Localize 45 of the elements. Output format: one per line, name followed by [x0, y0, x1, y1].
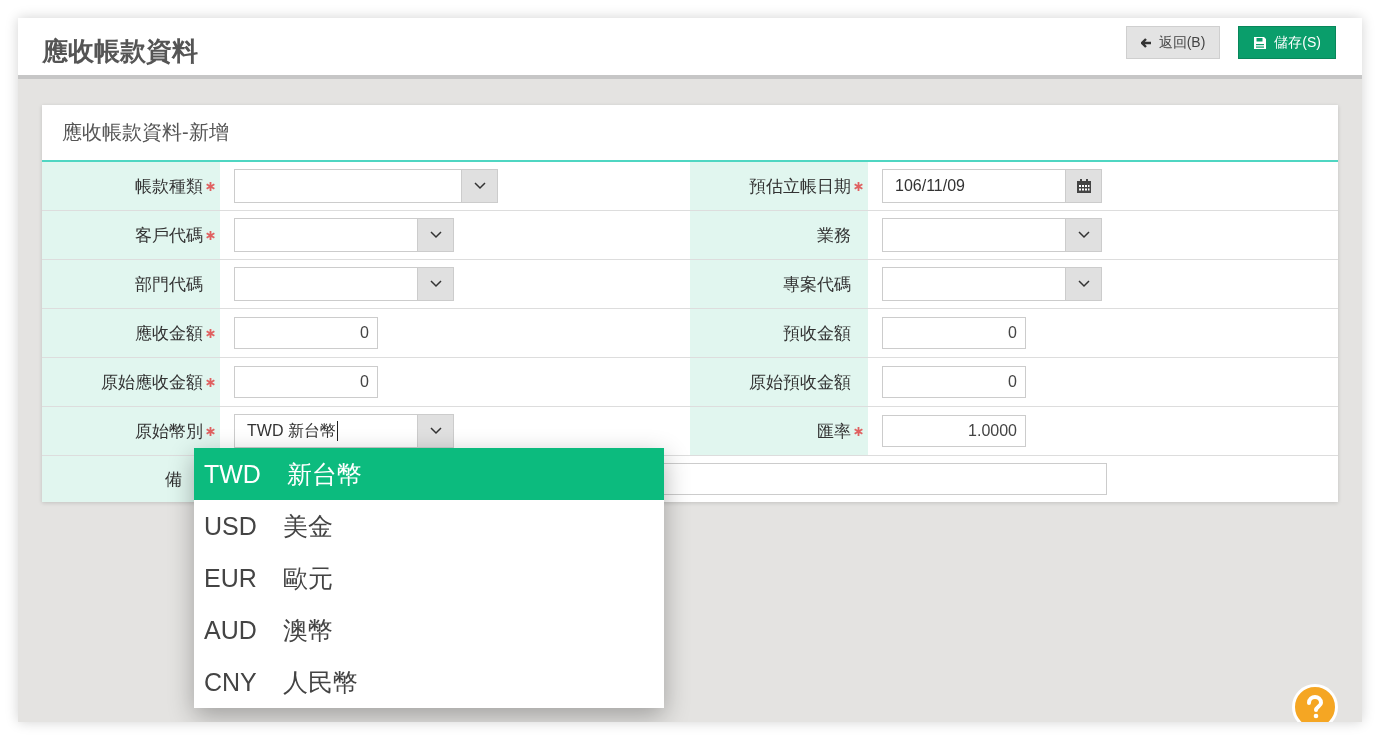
- field-label: 匯率: [817, 420, 851, 443]
- help-button[interactable]: [1292, 684, 1338, 722]
- dropdown-option[interactable]: CNY 人民幣: [194, 656, 664, 708]
- field-label: 原始幣別: [135, 420, 203, 443]
- select-field[interactable]: [882, 267, 1102, 301]
- field-label: 應收金額: [135, 322, 203, 345]
- field-label: 專案代碼: [783, 273, 851, 296]
- field-label: 業務: [817, 224, 851, 247]
- chevron-down-icon[interactable]: [461, 170, 497, 202]
- number-field[interactable]: 0: [882, 366, 1026, 398]
- dropdown-option[interactable]: AUD 澳幣: [194, 604, 664, 656]
- question-mark-icon: [1305, 695, 1325, 719]
- chevron-down-icon[interactable]: [417, 268, 453, 300]
- text-cursor: [336, 421, 338, 441]
- arrow-left-icon: [1140, 37, 1152, 48]
- chevron-down-icon[interactable]: [1065, 219, 1101, 251]
- select-value: TWD 新台幣: [247, 420, 336, 441]
- field-label: 備: [165, 468, 182, 491]
- chevron-down-icon[interactable]: [417, 219, 453, 251]
- date-value: 106/11/09: [894, 176, 966, 196]
- save-icon: [1253, 35, 1268, 50]
- number-field[interactable]: 0: [882, 317, 1026, 349]
- number-field[interactable]: 0: [234, 317, 378, 349]
- field-label: 原始預收金額: [749, 371, 851, 394]
- date-field[interactable]: 106/11/09: [882, 169, 1102, 203]
- select-field[interactable]: [234, 169, 498, 203]
- field-label: 客戶代碼: [135, 224, 203, 247]
- select-field[interactable]: [882, 218, 1102, 252]
- chevron-down-icon[interactable]: [1065, 268, 1101, 300]
- select-field[interactable]: [234, 218, 454, 252]
- field-label: 預估立帳日期: [749, 175, 851, 198]
- back-button[interactable]: 返回(B): [1125, 26, 1221, 59]
- field-label: 預收金額: [783, 322, 851, 345]
- field-label: 部門代碼: [135, 273, 203, 296]
- chevron-down-icon[interactable]: [417, 415, 453, 447]
- number-field[interactable]: 0: [234, 366, 378, 398]
- field-label: 原始應收金額: [101, 371, 203, 394]
- select-field[interactable]: TWD 新台幣: [234, 414, 454, 448]
- dropdown-option[interactable]: EUR 歐元: [194, 552, 664, 604]
- dropdown-option[interactable]: USD 美金: [194, 500, 664, 552]
- calendar-icon[interactable]: [1065, 170, 1101, 202]
- field-label: 帳款種類: [135, 175, 203, 198]
- select-field[interactable]: [234, 267, 454, 301]
- page-title: 應收帳款資料: [42, 35, 198, 68]
- number-field[interactable]: 1.0000: [882, 415, 1026, 447]
